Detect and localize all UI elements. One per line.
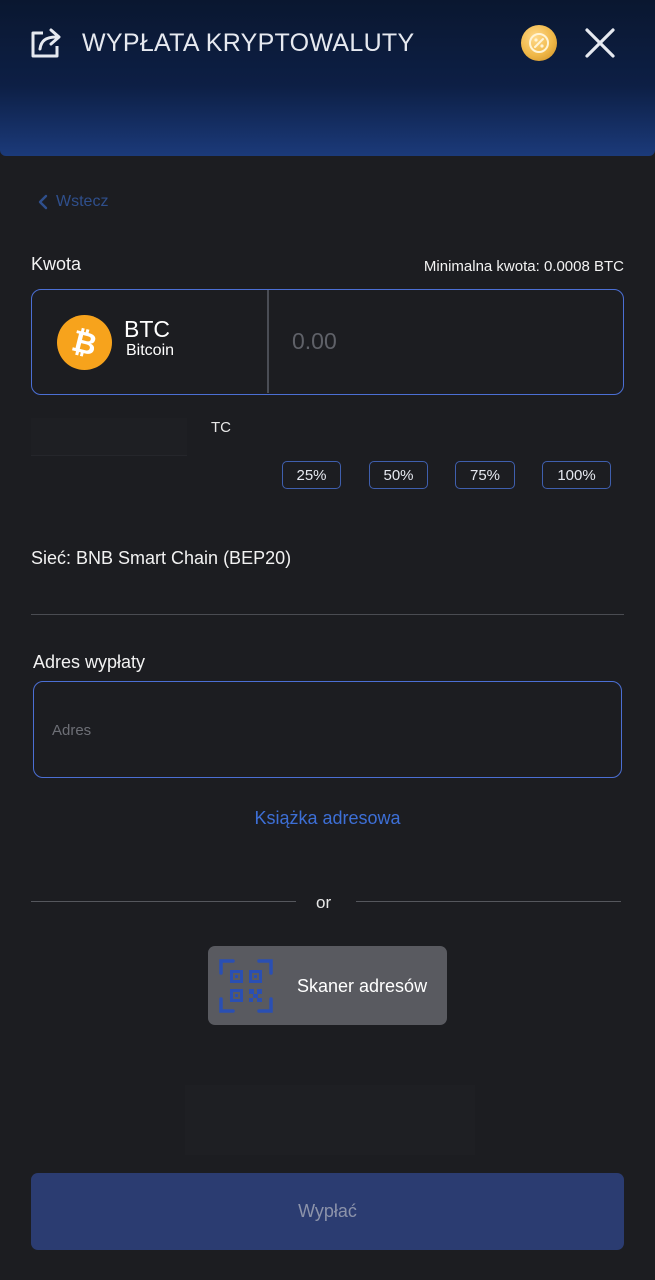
percent-icon xyxy=(529,33,549,53)
address-field-box[interactable] xyxy=(33,681,622,778)
network-divider xyxy=(31,614,624,615)
separator-line-left xyxy=(31,901,296,902)
redacted-note-area xyxy=(185,1085,475,1155)
qr-scanner-icon xyxy=(219,959,273,1013)
close-icon[interactable] xyxy=(584,27,616,59)
chevron-left-icon xyxy=(38,194,48,210)
page-header: WYPŁATA KRYPTOWALUTY xyxy=(0,0,655,156)
separator-line-right xyxy=(356,901,621,902)
network-label[interactable]: Sieć: BNB Smart Chain (BEP20) xyxy=(31,548,291,569)
share-export-icon xyxy=(31,28,61,58)
separator-text: or xyxy=(316,893,332,912)
percent-coin-icon[interactable] xyxy=(521,25,557,61)
minimum-amount-text: Minimalna kwota: 0.0008 BTC xyxy=(423,258,624,275)
coin-symbol: BTC xyxy=(124,316,170,342)
address-scanner-button[interactable]: Skaner adresów xyxy=(208,946,447,1025)
percent-50-button[interactable]: 50% xyxy=(369,461,428,489)
page-title: WYPŁATA KRYPTOWALUTY xyxy=(82,29,415,57)
back-link[interactable]: Wstecz xyxy=(38,191,108,213)
coin-divider xyxy=(267,290,269,393)
coin-name: Bitcoin xyxy=(126,342,175,359)
address-book-link[interactable]: Książka adresowa xyxy=(0,808,655,829)
balance-text: TC xyxy=(211,419,231,436)
amount-label: Kwota xyxy=(31,254,82,274)
percent-25-button[interactable]: 25% xyxy=(282,461,341,489)
back-link-label: Wstecz xyxy=(56,193,109,210)
bitcoin-icon: ₿ xyxy=(57,315,112,370)
amount-field-box: ₿ BTC Bitcoin xyxy=(31,289,624,395)
scanner-label: Skaner adresów xyxy=(297,976,428,996)
svg-text:₿: ₿ xyxy=(68,324,100,364)
percent-100-button[interactable]: 100% xyxy=(542,461,611,489)
address-label: Adres wypłaty xyxy=(33,652,146,672)
coin-selector[interactable]: ₿ BTC Bitcoin xyxy=(32,290,268,393)
withdraw-button[interactable]: Wypłać xyxy=(31,1173,624,1250)
balance-redacted-area xyxy=(31,418,187,456)
percent-75-button[interactable]: 75% xyxy=(455,461,515,489)
amount-input[interactable] xyxy=(292,326,602,356)
address-input[interactable] xyxy=(52,719,592,741)
